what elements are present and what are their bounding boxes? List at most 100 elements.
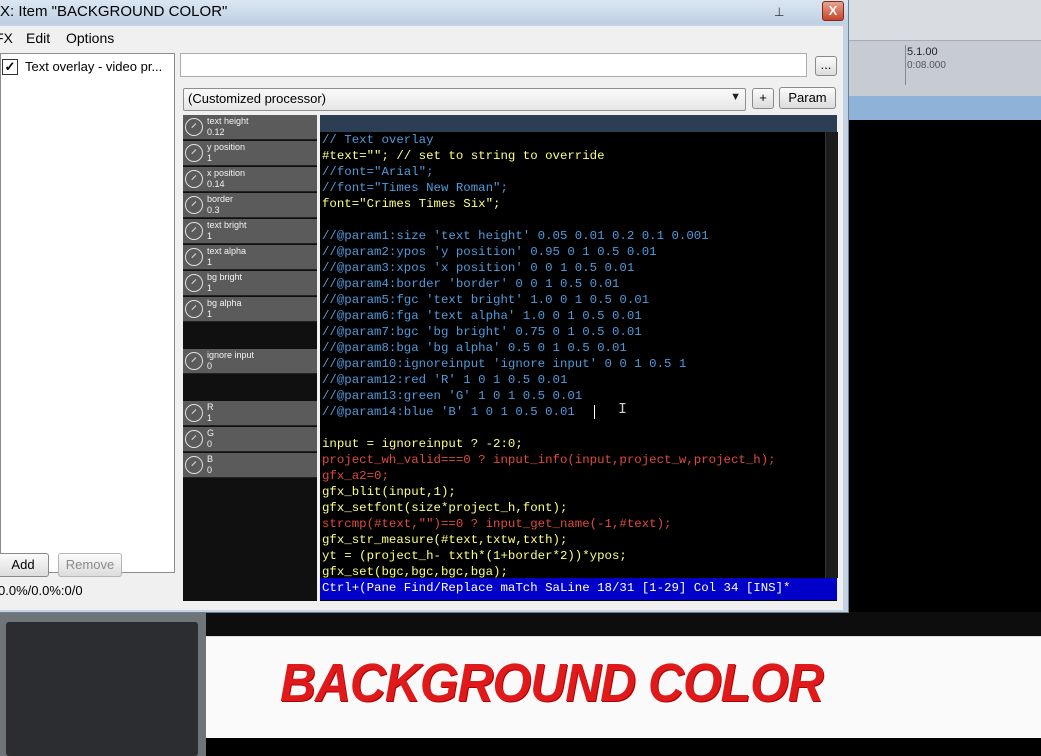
menu-options[interactable]: Options (66, 30, 114, 46)
code-line: gfx_setfont(size*project_h,font); (322, 501, 568, 515)
code-line: //font="Arial"; (322, 165, 434, 179)
chevron-down-icon: ▼ (730, 91, 741, 103)
code-line: gfx_set(bgc,bgc,bgc,bga); (322, 565, 508, 578)
processor-select[interactable]: (Customized processor) ▼ (183, 88, 746, 111)
knob-icon[interactable] (185, 170, 203, 188)
code-area[interactable]: // Text overlay #text=""; // set to stri… (320, 132, 825, 578)
slider-value: 0.12 (207, 127, 225, 137)
slider-text-height[interactable]: text height 0.12 (183, 115, 317, 140)
slider-g[interactable]: G 0 (183, 427, 317, 452)
knob-icon[interactable] (185, 248, 203, 266)
window-title: X: Item "BACKGROUND COLOR" (0, 3, 228, 20)
slider-b[interactable]: B 0 (183, 453, 317, 478)
knob-icon[interactable] (185, 274, 203, 292)
slider-bg-alpha[interactable]: bg alpha 1 (183, 297, 317, 322)
ibeam-cursor-icon: I (618, 401, 628, 418)
add-preset-button[interactable]: + (752, 88, 774, 109)
fx-item-label: Text overlay - video pr... (25, 59, 163, 74)
slider-bg-bright[interactable]: bg bright 1 (183, 271, 317, 296)
code-line: //@param4:border 'border' 0 0 1 0.5 0.01 (322, 277, 620, 291)
slider-border[interactable]: border 0.3 (183, 193, 317, 218)
title-bar[interactable]: X: Item "BACKGROUND COLOR" ⊥ X (0, 0, 848, 24)
knob-icon[interactable] (185, 456, 203, 474)
slider-value: 0 (207, 439, 213, 449)
add-fx-button[interactable]: Add (0, 553, 49, 577)
preset-name-input[interactable] (180, 53, 807, 77)
slider-name: B (207, 454, 214, 464)
knob-icon[interactable] (185, 118, 203, 136)
text-cursor (594, 405, 595, 419)
editor-scrollbar[interactable] (825, 132, 838, 578)
slider-name: ignore input (207, 350, 255, 360)
ruler-time: 5.1.00 (907, 46, 938, 58)
slider-name: text bright (207, 220, 247, 230)
cpu-usage: 0.0%/0.0%:0/0 (0, 583, 83, 598)
fx-chain-list[interactable]: ✓ Text overlay - video pr... (0, 53, 175, 573)
slider-value: 1 (207, 309, 213, 319)
timeline-track[interactable] (845, 96, 1041, 120)
slider-name: x position (207, 168, 246, 178)
code-line: //@param12:red 'R' 1 0 1 0.5 0.01 (322, 373, 568, 387)
code-line: gfx_a2=0; (322, 469, 389, 483)
fx-window: X: Item "BACKGROUND COLOR" ⊥ X FX Edit O… (0, 0, 849, 613)
slider-value: 0 (207, 361, 213, 371)
knob-icon[interactable] (185, 404, 203, 422)
mixer-panel (0, 612, 206, 756)
code-line: //@param2:ypos 'y position' 0.95 0 1 0.5… (322, 245, 657, 259)
slider-value: 1 (207, 413, 213, 423)
slider-y-position[interactable]: y position 1 (183, 141, 317, 166)
code-line: // Text overlay (322, 133, 434, 147)
editor-header (320, 115, 837, 132)
code-line: gfx_blit(input,1); (322, 485, 456, 499)
slider-name: bg alpha (207, 298, 242, 308)
code-line: //font="Times New Roman"; (322, 181, 508, 195)
slider-value: 0 (207, 465, 213, 475)
browse-button[interactable]: ... (815, 56, 837, 76)
knob-icon[interactable] (185, 430, 203, 448)
knob-icon[interactable] (185, 196, 203, 214)
slider-value: 1 (207, 153, 213, 163)
code-line: strcmp(#text,"")==0 ? input_get_name(-1,… (322, 517, 672, 531)
knob-icon[interactable] (185, 222, 203, 240)
slider-value: 1 (207, 283, 213, 293)
code-line: //@param14:blue 'B' 1 0 1 0.5 0.01 (322, 405, 575, 419)
fx-item[interactable]: ✓ Text overlay - video pr... (1, 56, 173, 76)
slider-name: bg bright (207, 272, 243, 282)
window-client: FX Edit Options ✓ Text overlay - video p… (0, 26, 843, 610)
slider-name: R (207, 402, 214, 412)
processor-select-value: (Customized processor) (188, 91, 326, 106)
remove-fx-button[interactable]: Remove (58, 553, 122, 577)
menu-edit[interactable]: Edit (26, 30, 50, 46)
menu-bar: FX Edit Options (0, 26, 843, 50)
close-button[interactable]: X (822, 1, 844, 21)
param-button[interactable]: Param (779, 87, 836, 109)
preview-border (206, 612, 1041, 636)
code-line: project_wh_valid===0 ? input_info(input,… (322, 453, 776, 467)
menu-fx[interactable]: FX (0, 30, 13, 46)
ruler-time-sub: 0:08.000 (907, 60, 946, 71)
slider-x-position[interactable]: x position 0.14 (183, 167, 317, 192)
code-line: //@param13:green 'G' 1 0 1 0.5 0.01 (322, 389, 583, 403)
slider-ignore-input[interactable]: ignore input 0 (183, 349, 317, 374)
knob-icon[interactable] (185, 352, 203, 370)
pin-icon[interactable]: ⊥ (774, 5, 784, 19)
slider-name: G (207, 428, 215, 438)
knob-icon[interactable] (185, 144, 203, 162)
preview-text: BACKGROUND COLOR (280, 653, 824, 713)
slider-name: y position (207, 142, 246, 152)
ruler-tick (905, 45, 906, 85)
code-line: //@param6:fga 'text alpha' 1.0 0 1 0.5 0… (322, 309, 642, 323)
code-line: #text=""; // set to string to override (322, 149, 605, 163)
code-line: input = ignoreinput ? -2:0; (322, 437, 523, 451)
slider-text-alpha[interactable]: text alpha 1 (183, 245, 317, 270)
timeline-ruler[interactable]: 5.1.00 0:08.000 (845, 40, 1041, 97)
knob-icon[interactable] (185, 300, 203, 318)
code-line: yt = (project_h- txth*(1+border*2))*ypos… (322, 549, 627, 563)
code-line: //@param1:size 'text height' 0.05 0.01 0… (322, 229, 709, 243)
slider-name: text alpha (207, 246, 247, 256)
slider-r[interactable]: R 1 (183, 401, 317, 426)
code-line: font="Crimes Times Six"; (322, 197, 501, 211)
fx-enabled-checkbox[interactable]: ✓ (2, 59, 18, 75)
slider-text-bright[interactable]: text bright 1 (183, 219, 317, 244)
code-editor[interactable]: // Text overlay #text=""; // set to stri… (320, 115, 838, 601)
